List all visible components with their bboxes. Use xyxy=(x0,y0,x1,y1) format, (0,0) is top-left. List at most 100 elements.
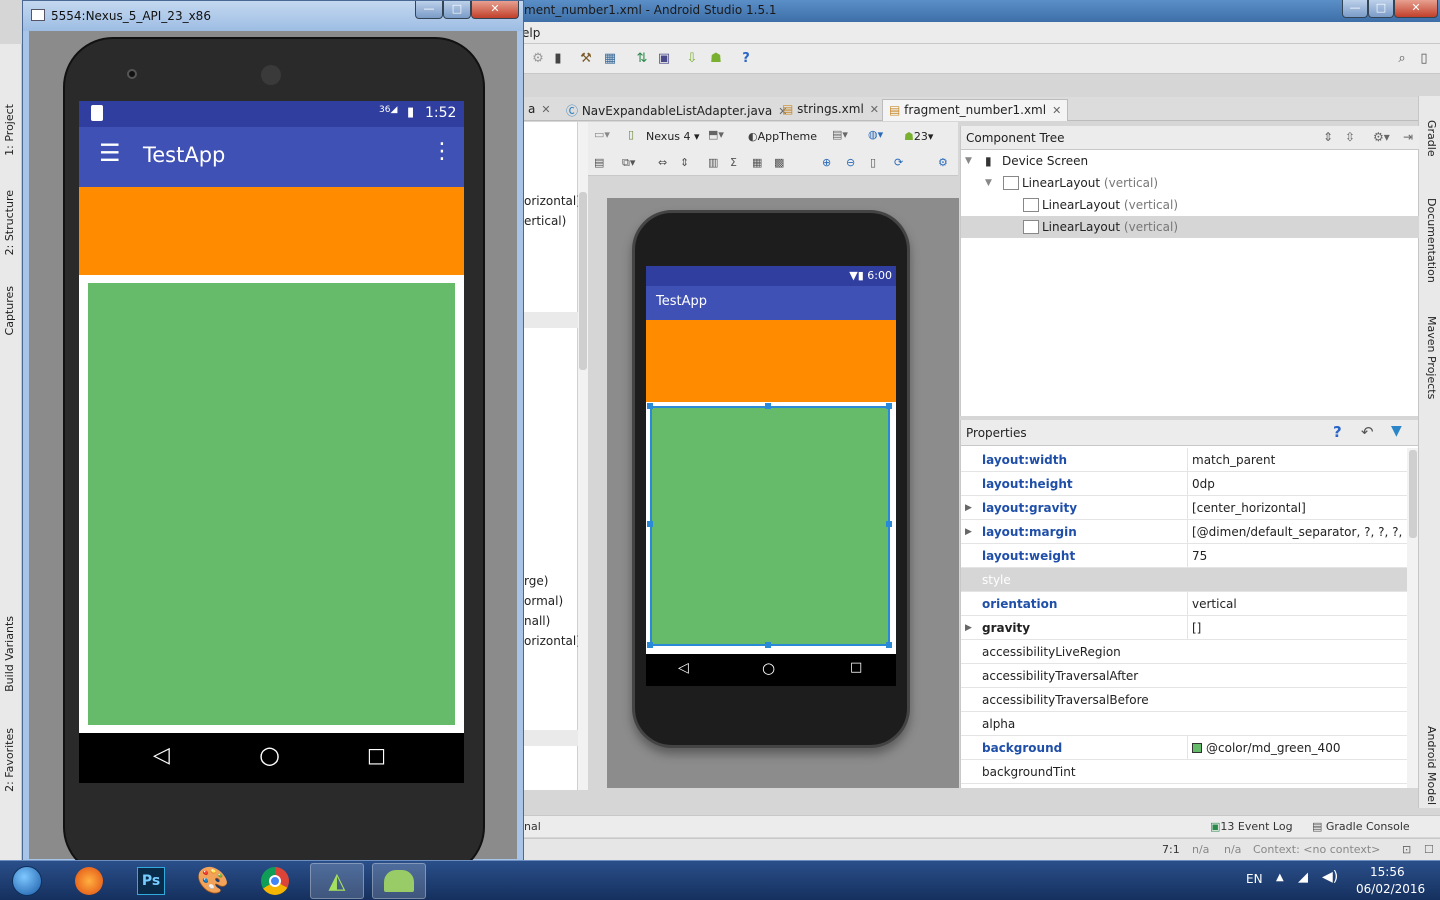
tool-tab-maven-projects[interactable]: Maven Projects xyxy=(1422,316,1438,399)
property-value[interactable]: [center_horizontal] xyxy=(1187,496,1405,520)
editor-scrollbar[interactable] xyxy=(578,122,588,790)
tab-strings[interactable]: ▤ strings.xml ✕ xyxy=(776,99,885,121)
selection-handle[interactable] xyxy=(765,403,771,409)
grid-icon[interactable]: ▩ xyxy=(774,156,784,169)
property-value[interactable]: [] xyxy=(1187,616,1405,640)
menu-help[interactable]: elp xyxy=(522,26,540,40)
start-button[interactable] xyxy=(4,863,50,899)
avd-manager-icon[interactable]: ▣ xyxy=(656,51,672,67)
selection-handle[interactable] xyxy=(647,403,653,409)
selection-handle[interactable] xyxy=(886,521,892,527)
scroll-thumb[interactable] xyxy=(1409,450,1417,538)
language-indicator[interactable]: EN xyxy=(1246,872,1263,886)
selection-handle[interactable] xyxy=(886,403,892,409)
help-icon[interactable]: ? xyxy=(738,51,754,67)
tools-icon[interactable]: ⚒ xyxy=(578,51,594,67)
locale-icon[interactable]: ◍▾ xyxy=(868,128,883,141)
emulator-minimize-button[interactable]: — xyxy=(415,1,443,19)
orange-layout[interactable] xyxy=(79,187,464,275)
property-row[interactable]: ▶ layout:margin [@dimen/default_separator,… xyxy=(961,520,1407,544)
event-log-button[interactable]: ▣13 Event Log xyxy=(1210,820,1293,833)
tool-tab-build-variants[interactable]: Build Variants xyxy=(3,616,19,692)
taskbar-firefox[interactable] xyxy=(62,863,116,899)
collapse-all-icon[interactable]: ⇳ xyxy=(1345,130,1355,144)
orientation-icon[interactable]: ⬒▾ xyxy=(708,128,724,141)
distribute-icon[interactable]: ▥ xyxy=(708,156,718,169)
device-icon[interactable]: ▮ xyxy=(550,51,566,67)
preview-orange-layout[interactable] xyxy=(646,320,896,402)
bottom-tab-partial[interactable]: nal xyxy=(524,820,541,833)
green-layout[interactable] xyxy=(88,283,455,725)
tab-partial[interactable]: a ✕ xyxy=(522,99,557,121)
tree-item-linearlayout-selected[interactable]: LinearLayout (vertical) xyxy=(961,216,1419,238)
zoom-in-icon[interactable]: ⊕ xyxy=(822,156,831,169)
zoom-out-icon[interactable]: ⊖ xyxy=(846,156,855,169)
taskbar-photoshop[interactable]: Ps xyxy=(124,863,178,899)
search-icon[interactable]: ⌕ xyxy=(1394,51,1410,67)
taskbar-android-studio[interactable]: ◭ xyxy=(310,863,364,899)
property-value[interactable]: @color/md_green_400 xyxy=(1187,736,1405,760)
device-icon[interactable]: ▯ xyxy=(628,128,634,141)
line-separator[interactable]: n/a xyxy=(1192,843,1209,856)
tool-tab-gradle[interactable]: Gradle xyxy=(1422,120,1438,157)
selection-handle[interactable] xyxy=(647,642,653,648)
tool-tab-documentation[interactable]: Documentation xyxy=(1422,198,1438,283)
clock-date[interactable]: 06/02/2016 xyxy=(1356,882,1425,896)
baseline-icon[interactable]: ▦ xyxy=(752,156,762,169)
selection-handle[interactable] xyxy=(647,521,653,527)
network-icon[interactable]: ◢ xyxy=(1298,870,1308,885)
clock-time[interactable]: 15:56 xyxy=(1370,865,1405,879)
gradle-console-button[interactable]: ▤ Gradle Console xyxy=(1312,820,1410,833)
property-row[interactable]: layout:height 0dp xyxy=(961,472,1407,496)
api-dropdown[interactable]: ☗23▾ xyxy=(904,130,933,143)
hamburger-menu-icon[interactable]: ☰ xyxy=(99,141,121,165)
device-dropdown[interactable]: Nexus 4 ▾ xyxy=(646,130,700,143)
emulator-maximize-button[interactable]: □ xyxy=(443,1,471,19)
property-row[interactable]: layout:weight 75 xyxy=(961,544,1407,568)
property-value[interactable]: 0dp xyxy=(1187,472,1405,496)
activity-icon[interactable]: ▤▾ xyxy=(832,128,848,141)
close-icon[interactable]: ✕ xyxy=(541,103,550,116)
close-button[interactable]: ✕ xyxy=(1394,0,1438,18)
selection-handle[interactable] xyxy=(765,642,771,648)
back-icon[interactable]: ◁ xyxy=(153,743,170,768)
gear-icon[interactable]: ⚙ xyxy=(938,156,948,169)
caret-position[interactable]: 7:1 xyxy=(1162,843,1180,856)
property-row[interactable]: ▶ gravity [] xyxy=(961,616,1407,640)
minimize-button[interactable]: — xyxy=(1342,0,1368,18)
collapse-icon[interactable]: ▼ xyxy=(965,150,972,172)
context-indicator[interactable]: Context: <no context> xyxy=(1253,843,1380,856)
property-row[interactable]: backgroundTint xyxy=(961,760,1407,784)
structure-icon[interactable]: ▦ xyxy=(602,51,618,67)
tab-nav-adapter[interactable]: Ⓒ NavExpandableListAdapter.java ✕ xyxy=(560,99,793,121)
user-icon[interactable]: ▯ xyxy=(1416,51,1432,67)
expand-icon[interactable]: ▶ xyxy=(965,496,972,520)
tab-fragment-number1[interactable]: ▤ fragment_number1.xml ✕ xyxy=(882,99,1069,121)
properties-scrollbar[interactable] xyxy=(1407,448,1418,788)
fill-height-icon[interactable]: ⇕ xyxy=(680,156,689,169)
taskbar-paint[interactable]: 🎨 xyxy=(186,863,240,899)
tree-item-device-screen[interactable]: ▼ ▮ Device Screen xyxy=(961,150,1419,172)
property-row[interactable]: ▶ layout:gravity [center_horizontal] xyxy=(961,496,1407,520)
android-icon[interactable]: ☗ xyxy=(708,51,724,67)
gear-icon[interactable]: ⚙ xyxy=(530,51,546,67)
theme-dropdown[interactable]: ◐AppTheme xyxy=(748,130,817,143)
tool-tab-project[interactable]: 1: Project xyxy=(3,104,19,156)
maximize-button[interactable]: □ xyxy=(1368,0,1394,18)
selection-handle[interactable] xyxy=(886,642,892,648)
tree-item-linearlayout[interactable]: ▼ LinearLayout (vertical) xyxy=(961,172,1419,194)
refresh-icon[interactable]: ⟳ xyxy=(894,156,903,169)
tree-item-linearlayout-child[interactable]: LinearLayout (vertical) xyxy=(961,194,1419,216)
hide-icon[interactable]: ⇥ xyxy=(1403,130,1413,144)
taskbar-emulator[interactable] xyxy=(372,863,426,899)
property-value[interactable]: vertical xyxy=(1187,592,1405,616)
property-row[interactable]: layout:width match_parent xyxy=(961,448,1407,472)
xml-editor-pane[interactable]: orizontal) ertical) rge) ormal) nall) or… xyxy=(522,122,581,790)
recents-icon[interactable]: □ xyxy=(367,743,386,767)
sdk-icon[interactable]: ⇩ xyxy=(684,51,700,67)
preview-green-layout-selected[interactable] xyxy=(650,406,890,646)
taskbar-chrome[interactable] xyxy=(248,863,302,899)
layout-icon[interactable]: ▤ xyxy=(594,156,604,169)
home-icon[interactable]: ○ xyxy=(259,741,280,769)
property-row[interactable]: alpha xyxy=(961,712,1407,736)
